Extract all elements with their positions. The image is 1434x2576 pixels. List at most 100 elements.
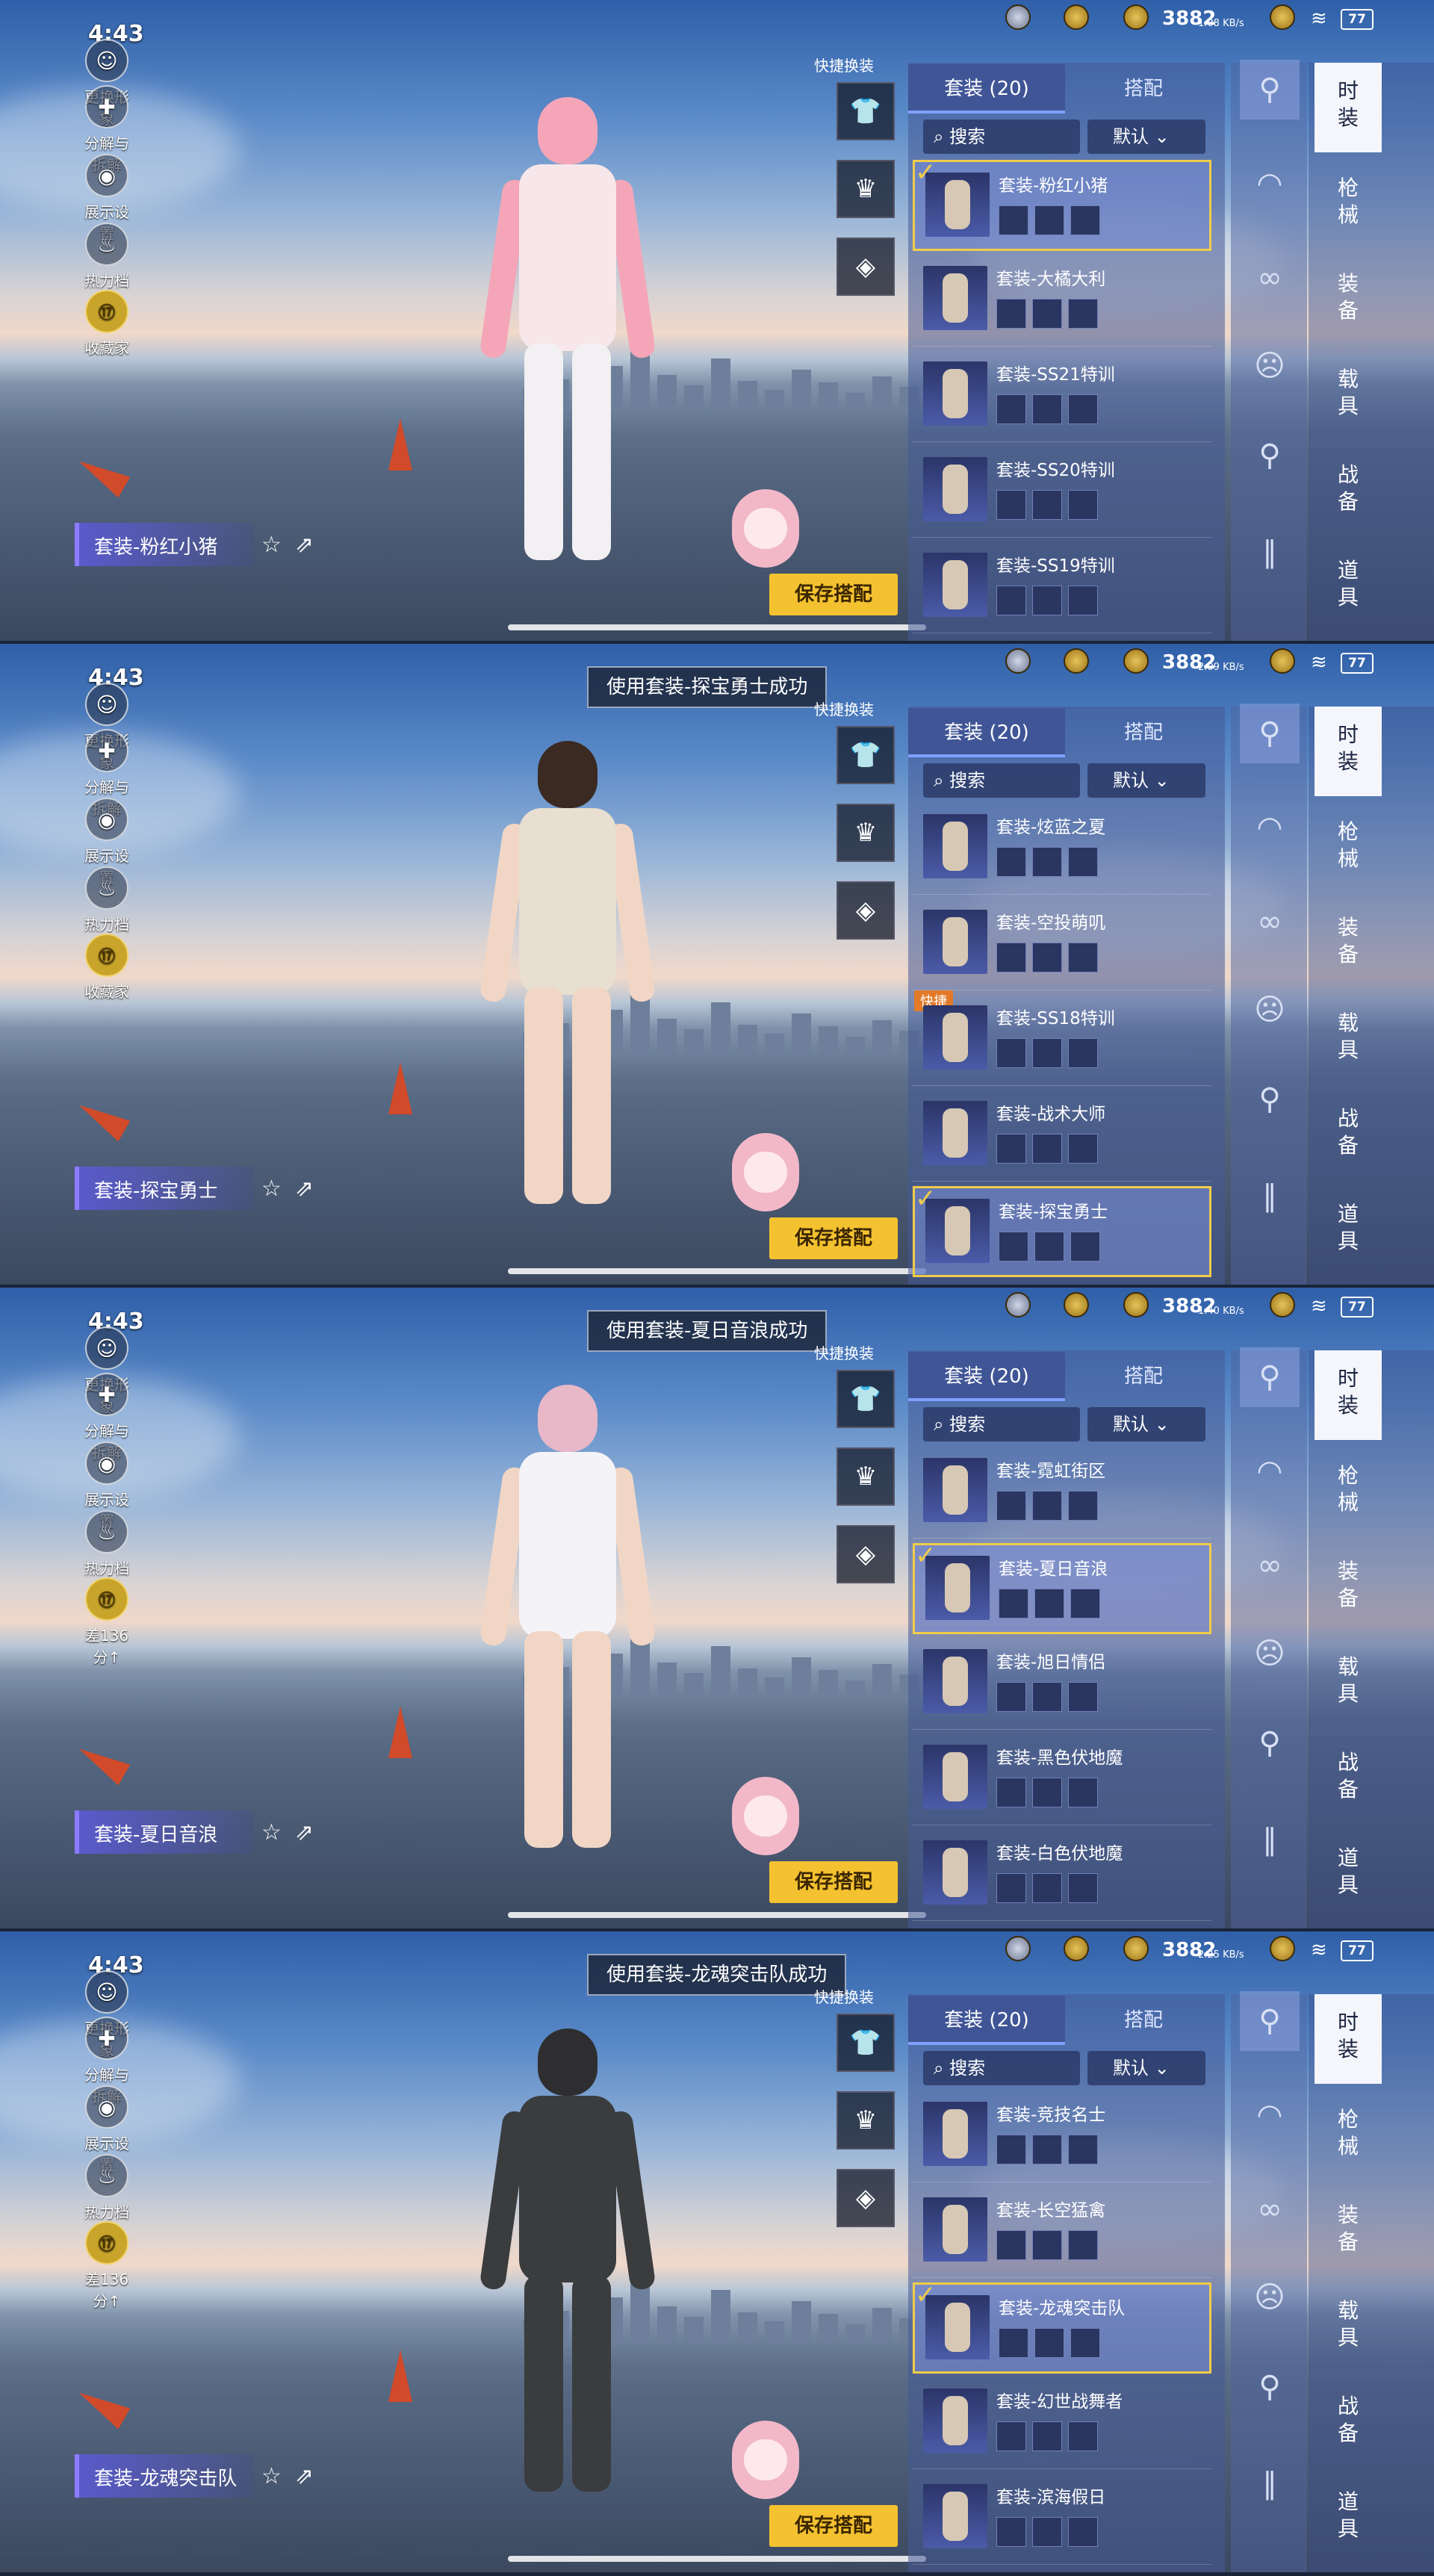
quick-swap-label[interactable]: 快捷换装: [814, 54, 874, 75]
side-tab-5[interactable]: 战备: [1314, 447, 1382, 536]
pet-companion[interactable]: [724, 1758, 807, 1863]
side-tab-6[interactable]: 道具: [1314, 542, 1382, 632]
side-tab-1[interactable]: 时装: [1314, 1350, 1382, 1440]
side-tab-2[interactable]: 枪械: [1314, 160, 1382, 249]
cap-icon[interactable]: ◠: [1240, 798, 1300, 857]
outfit-icon[interactable]: ⚲: [1240, 1070, 1300, 1129]
outfit-list-item[interactable]: 套装-SS21特训: [913, 351, 1211, 442]
tab-outfits[interactable]: 套装 (20): [908, 1352, 1065, 1401]
quick-slot-3[interactable]: ◈: [836, 238, 895, 296]
outfit-list-item[interactable]: 套装-滨海假日: [913, 2474, 1211, 2565]
player-character[interactable]: [478, 741, 657, 1219]
tab-match[interactable]: 搭配: [1065, 1996, 1222, 2045]
outfit-list-item[interactable]: 套装-旭日情侣: [913, 1639, 1211, 1730]
home-indicator[interactable]: [508, 624, 926, 630]
search-input[interactable]: ⌕ 搜索: [923, 120, 1080, 154]
save-outfit-button[interactable]: 保存搭配: [769, 1861, 898, 1903]
mask-icon[interactable]: ☹: [1240, 980, 1300, 1040]
outfit-list-item[interactable]: 套装-空投萌叽: [913, 899, 1211, 990]
side-tab-1[interactable]: 时装: [1314, 707, 1382, 796]
mask-icon[interactable]: ☹: [1240, 1624, 1300, 1683]
share-icon[interactable]: ⇗: [295, 532, 327, 558]
outfit-list-item[interactable]: 套装-竞技名士: [913, 2091, 1211, 2182]
side-tab-4[interactable]: 载具: [1314, 995, 1382, 1084]
glasses-icon[interactable]: ∞: [1240, 2179, 1300, 2239]
side-tab-3[interactable]: 装备: [1314, 255, 1382, 345]
side-tab-6[interactable]: 道具: [1314, 1830, 1382, 1919]
outfit-list-item[interactable]: 套装-SS20特训: [913, 447, 1211, 538]
share-icon[interactable]: ⇗: [295, 1176, 327, 1202]
side-tab-1[interactable]: 时装: [1314, 1994, 1382, 2084]
search-input[interactable]: ⌕ 搜索: [923, 2051, 1080, 2085]
side-tab-6[interactable]: 道具: [1314, 1186, 1382, 1276]
outfit-list-item[interactable]: 快捷 套装-SS18特训: [913, 990, 1211, 1086]
outfit-list-item[interactable]: ✓套装-夏日音浪: [913, 1541, 1211, 1634]
glasses-icon[interactable]: ∞: [1240, 1536, 1300, 1595]
tab-outfits[interactable]: 套装 (20): [908, 64, 1065, 114]
search-input[interactable]: ⌕ 搜索: [923, 1407, 1080, 1441]
quick-slot-3[interactable]: ◈: [836, 2169, 895, 2227]
sort-dropdown[interactable]: 默认 ⌄: [1087, 763, 1205, 798]
side-tab-2[interactable]: 枪械: [1314, 2091, 1382, 2181]
quick-slot-1[interactable]: 👕: [836, 1370, 895, 1428]
quick-swap-label[interactable]: 快捷换装: [814, 698, 874, 719]
side-tab-4[interactable]: 载具: [1314, 351, 1382, 441]
outfit-list-item[interactable]: ✓套装-粉红小猪: [913, 158, 1211, 251]
person-icon[interactable]: ⚲: [1240, 704, 1300, 763]
cap-icon[interactable]: ◠: [1240, 2085, 1300, 2145]
pants-icon[interactable]: ∥: [1240, 523, 1300, 583]
side-tab-6[interactable]: 道具: [1314, 2474, 1382, 2563]
side-tab-4[interactable]: 载具: [1314, 1639, 1382, 1728]
side-tab-3[interactable]: 装备: [1314, 2187, 1382, 2276]
home-indicator[interactable]: [508, 2556, 926, 2562]
menu-collector-badge[interactable]: ⑰ 收藏家: [78, 934, 135, 1002]
tab-outfits[interactable]: 套装 (20): [908, 708, 1065, 757]
outfit-list-item[interactable]: 套装-战术大师: [913, 1090, 1211, 1182]
star-icon[interactable]: ☆: [261, 1176, 295, 1202]
quick-slot-2[interactable]: ♛: [836, 804, 895, 862]
outfit-list-item[interactable]: 套装-长空猛禽: [913, 2187, 1211, 2278]
tab-match[interactable]: 搭配: [1065, 1352, 1222, 1401]
side-tab-3[interactable]: 装备: [1314, 899, 1382, 989]
pet-companion[interactable]: [724, 1114, 807, 1219]
quick-slot-3[interactable]: ◈: [836, 881, 895, 940]
search-input[interactable]: ⌕ 搜索: [923, 763, 1080, 798]
sort-dropdown[interactable]: 默认 ⌄: [1087, 120, 1205, 154]
side-tab-5[interactable]: 战备: [1314, 2378, 1382, 2468]
tab-match[interactable]: 搭配: [1065, 64, 1222, 114]
quick-slot-3[interactable]: ◈: [836, 1525, 895, 1583]
cap-icon[interactable]: ◠: [1240, 154, 1300, 214]
glasses-icon[interactable]: ∞: [1240, 892, 1300, 952]
outfit-list-item[interactable]: 套装-炫蓝之夏: [913, 804, 1211, 895]
person-icon[interactable]: ⚲: [1240, 60, 1300, 120]
outfit-list-item[interactable]: 套装-SS19特训: [913, 542, 1211, 633]
player-character[interactable]: [478, 2029, 657, 2507]
star-icon[interactable]: ☆: [261, 1819, 295, 1846]
share-icon[interactable]: ⇗: [295, 2463, 327, 2489]
tab-match[interactable]: 搭配: [1065, 708, 1222, 757]
cap-icon[interactable]: ◠: [1240, 1441, 1300, 1501]
outfit-list-item[interactable]: 套装-大橘大利: [913, 255, 1211, 347]
quick-slot-1[interactable]: 👕: [836, 726, 895, 784]
menu-collector-badge[interactable]: ⑰ 差136分↑: [78, 1577, 135, 1667]
side-tab-1[interactable]: 时装: [1314, 63, 1382, 152]
outfit-list-item[interactable]: 套装-霓虹街区: [913, 1447, 1211, 1539]
outfit-list-item[interactable]: ✓套装-龙魂突击队: [913, 2280, 1211, 2374]
tab-outfits[interactable]: 套装 (20): [908, 1996, 1065, 2045]
share-icon[interactable]: ⇗: [295, 1819, 327, 1846]
sort-dropdown[interactable]: 默认 ⌄: [1087, 1407, 1205, 1441]
outfit-list-item[interactable]: 套装-白色伏地魔: [913, 1830, 1211, 1921]
save-outfit-button[interactable]: 保存搭配: [769, 1217, 898, 1259]
mask-icon[interactable]: ☹: [1240, 2268, 1300, 2327]
side-tab-5[interactable]: 战备: [1314, 1090, 1382, 1180]
pet-companion[interactable]: [724, 2402, 807, 2507]
player-character[interactable]: [478, 97, 657, 575]
side-tab-3[interactable]: 装备: [1314, 1543, 1382, 1633]
home-indicator[interactable]: [508, 1268, 926, 1274]
glasses-icon[interactable]: ∞: [1240, 248, 1300, 308]
side-tab-2[interactable]: 枪械: [1314, 804, 1382, 893]
side-tab-5[interactable]: 战备: [1314, 1734, 1382, 1824]
outfit-icon[interactable]: ⚲: [1240, 1713, 1300, 1773]
quick-slot-1[interactable]: 👕: [836, 2014, 895, 2072]
quick-slot-2[interactable]: ♛: [836, 2091, 895, 2150]
